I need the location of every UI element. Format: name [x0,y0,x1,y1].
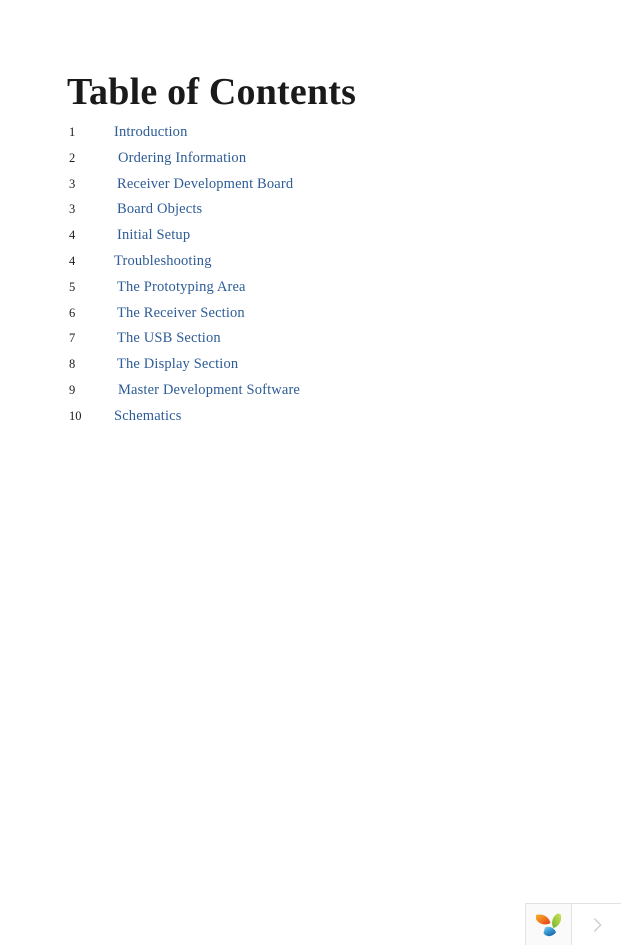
next-page-button[interactable] [572,904,621,945]
brand-logo-button[interactable] [526,904,572,945]
toc-entry[interactable]: 6 The Receiver Section [0,305,621,331]
toc-entry[interactable]: 1 Introduction [0,124,621,150]
toc-entry[interactable]: 8 The Display Section [0,356,621,382]
toc-page-number: 3 [69,202,76,217]
toc-entry[interactable]: 4 Initial Setup [0,227,621,253]
toc-entry[interactable]: 7 The USB Section [0,330,621,356]
toc-entry-link[interactable]: The Display Section [117,356,238,373]
toc-entry-link[interactable]: Schematics [114,408,182,425]
toc-entry-link[interactable]: The Receiver Section [117,305,245,322]
toc-page-number: 4 [69,253,76,268]
toc-entry[interactable]: 2 Ordering Information [0,150,621,176]
toc-entry-link[interactable]: Troubleshooting [114,253,212,270]
toc-page-number: 9 [69,382,76,397]
toc-page-number: 4 [69,228,76,243]
toc-page-number: 10 [69,408,82,423]
chevron-right-icon [593,917,601,932]
toc-entry[interactable]: 5 The Prototyping Area [0,279,621,305]
table-of-contents-list: 1 Introduction 2 Ordering Information 3 … [0,124,621,434]
toc-entry-link[interactable]: Receiver Development Board [117,176,293,193]
toc-entry[interactable]: 4 Troubleshooting [0,253,621,279]
toc-entry[interactable]: 10 Schematics [0,408,621,434]
toc-page-number: 1 [69,125,76,139]
toc-page-number: 7 [69,331,76,346]
toc-entry-link[interactable]: The Prototyping Area [117,279,246,296]
toc-page-number: 3 [69,176,76,191]
toc-entry-link[interactable]: Board Objects [117,201,202,218]
toc-entry-link[interactable]: Introduction [114,124,187,141]
corner-widget [525,903,621,945]
three-petal-leaf-logo-icon [535,913,561,936]
toc-page-number: 5 [69,279,76,294]
toc-entry-link[interactable]: Ordering Information [118,150,246,167]
toc-entry-link[interactable]: The USB Section [117,330,221,347]
page-title: Table of Contents [67,71,357,113]
toc-entry[interactable]: 3 Receiver Development Board [0,176,621,202]
toc-page-number: 2 [69,150,76,165]
document-page: Table of Contents 1 Introduction 2 Order… [0,0,621,945]
toc-entry-link[interactable]: Initial Setup [117,227,190,244]
toc-entry[interactable]: 3 Board Objects [0,201,621,227]
toc-page-number: 8 [69,357,76,372]
toc-entry[interactable]: 9 Master Development Software [0,382,621,408]
toc-page-number: 6 [69,305,76,320]
toc-entry-link[interactable]: Master Development Software [118,382,300,399]
